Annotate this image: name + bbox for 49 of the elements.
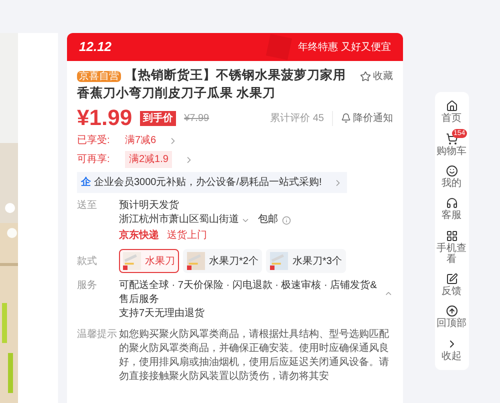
- price-tag: 到手价: [140, 110, 176, 126]
- style-option[interactable]: 水果刀: [119, 249, 179, 273]
- toolbar-item[interactable]: 回顶部: [436, 305, 468, 330]
- discount-coupon[interactable]: 满7减6: [125, 132, 156, 149]
- shipping-text: 包邮: [258, 213, 278, 227]
- delivery-label: 送至: [77, 199, 98, 213]
- star-icon: [360, 71, 371, 82]
- service-list: 可配送全球 · 7天价保险 · 闪电退款 · 极速审核 · 店铺发货&售后服务: [119, 279, 380, 307]
- enterprise-banner[interactable]: 企 企业会员3000元补贴，办公设备/易耗品一站式采购!: [77, 172, 347, 193]
- promo-logo: 12.12: [79, 38, 112, 56]
- product-title: 京喜自营 【热销断货王】不锈钢水果菠萝刀家用香蕉刀小弯刀削皮刀子瓜果 水果刀: [77, 68, 346, 100]
- home-icon: [446, 100, 458, 112]
- toolbar-item[interactable]: 客服: [436, 197, 468, 222]
- discount-coupon[interactable]: 满2减1.9: [125, 151, 172, 168]
- promo-slogan: 年终特惠 又好又便宜: [298, 40, 391, 54]
- discount-label: 已享受:: [77, 134, 111, 148]
- enterprise-text: 企业会员3000元补贴，办公设备/易耗品一站式采购!: [94, 176, 322, 190]
- delivery-estimate: 预计明天发货: [119, 199, 180, 213]
- grid-icon: [446, 230, 458, 242]
- smile-icon: [446, 164, 458, 177]
- toolbar-item[interactable]: 反馈: [436, 273, 468, 298]
- toolbar-item[interactable]: 收起: [436, 338, 468, 362]
- style-label: 款式: [77, 254, 98, 268]
- edit-icon: [446, 273, 458, 286]
- style-option[interactable]: 水果刀*3个: [266, 249, 346, 273]
- headset-icon: [446, 197, 458, 210]
- enterprise-icon: 企: [81, 175, 91, 190]
- discount-label: 可再享:: [77, 152, 111, 167]
- notice-text: 如您购买聚火防风罩类商品，请根据灶具结构、型号选购匹配的聚火防风罩类商品，并确保正确安装。使用时应确保通风良好，使用排风扇或抽油烟机，使用后应延迟关闭通风设备。请勿直接接触聚火防风装置以防烫伤，请勿将其安: [119, 328, 390, 384]
- review-count: 累计评价 45: [270, 110, 333, 126]
- info-icon: [282, 216, 291, 224]
- toolbar-item[interactable]: 我的: [436, 164, 468, 189]
- original-price: ¥7.99: [184, 112, 210, 126]
- carrier-text: 京东快递: [119, 229, 159, 243]
- service-note: 支持7天无理由退货: [119, 307, 206, 321]
- carrier-note: 送货上门: [167, 229, 207, 243]
- notice-label: 温馨提示: [77, 328, 118, 342]
- toolbar-item[interactable]: 手机查看: [436, 230, 468, 265]
- arrow-up-icon: [446, 305, 458, 318]
- store-badge: 京喜自营: [77, 71, 121, 82]
- favorite-button[interactable]: 收藏: [360, 67, 393, 84]
- service-label: 服务: [77, 279, 98, 293]
- style-option[interactable]: 水果刀*2个: [183, 249, 262, 273]
- gift-icon: [266, 34, 292, 60]
- price: ¥1.99: [77, 106, 132, 130]
- address-selector[interactable]: 浙江杭州市萧山区蜀山街道: [119, 213, 250, 227]
- bell-icon: [341, 113, 351, 123]
- toolbar-item[interactable]: 首页: [436, 100, 468, 124]
- price-alert-button[interactable]: 降价通知: [341, 110, 393, 126]
